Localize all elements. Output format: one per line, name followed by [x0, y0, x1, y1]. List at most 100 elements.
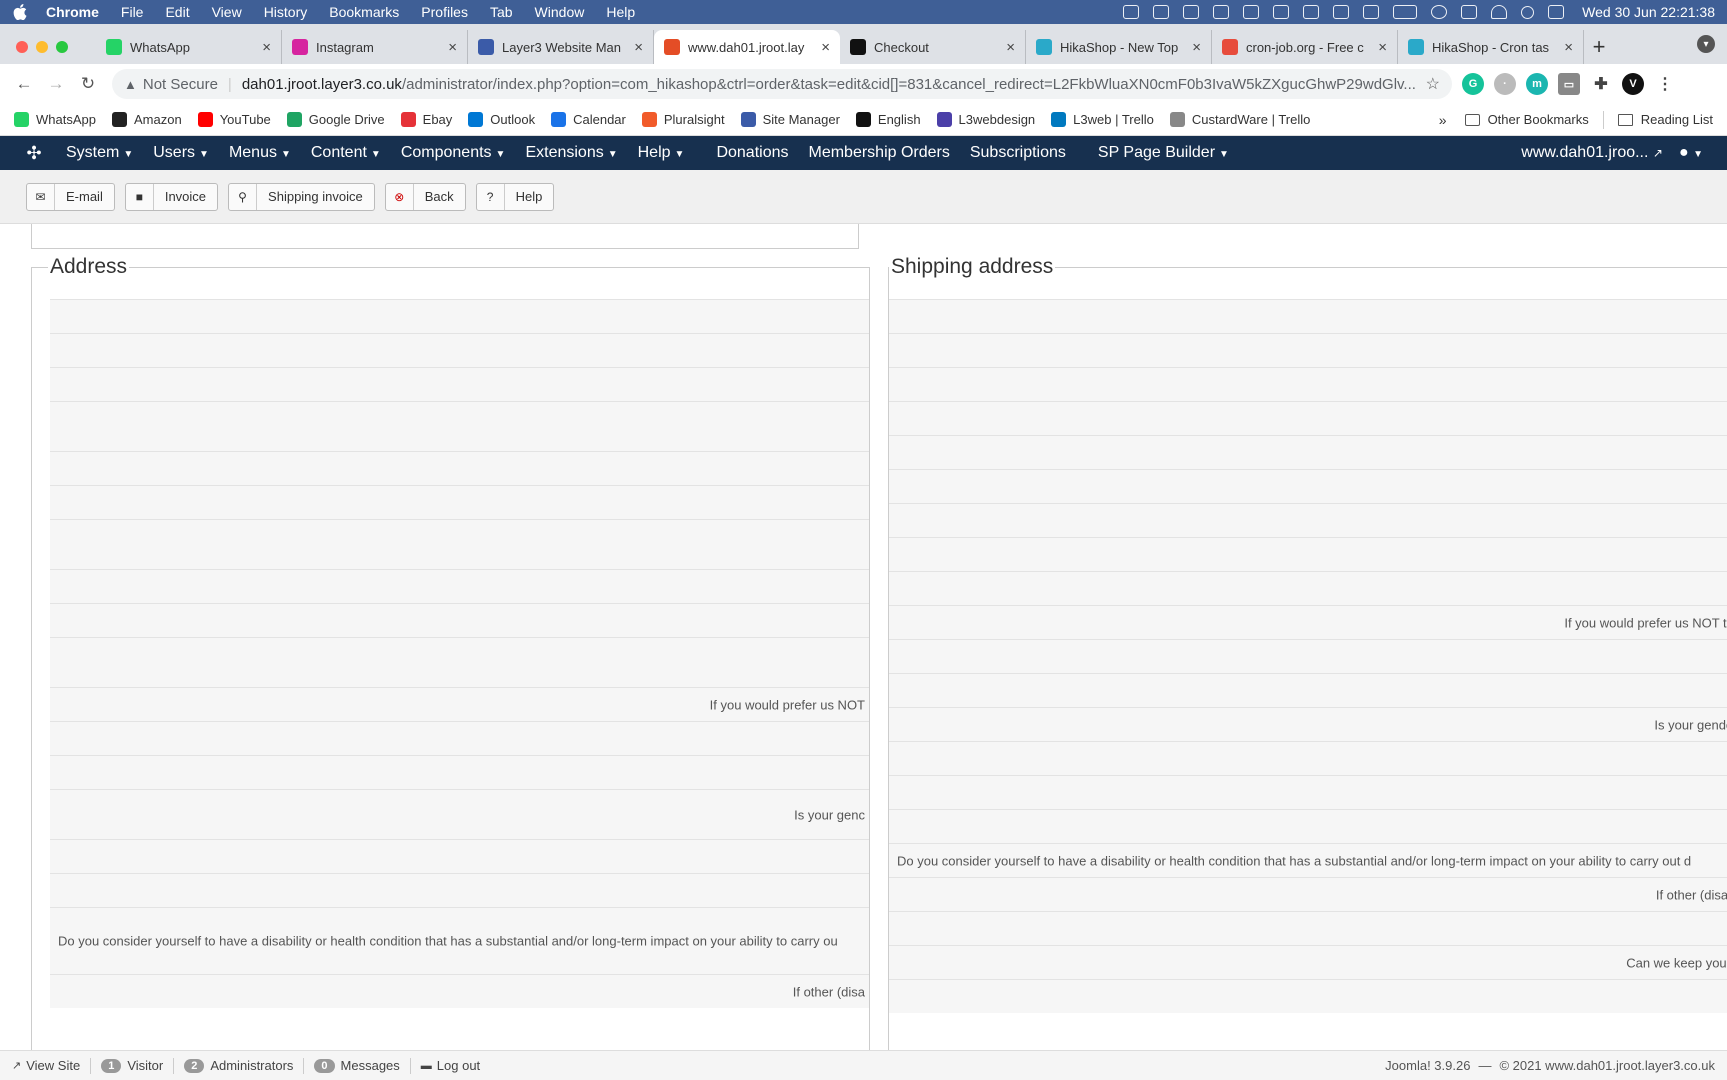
nav-content[interactable]: Content ▼ — [311, 144, 381, 162]
menu-window[interactable]: Window — [535, 4, 585, 20]
bookmark-item[interactable]: Ebay — [400, 112, 452, 127]
minimize-window-button[interactable] — [36, 41, 48, 53]
menu-help[interactable]: Help — [606, 4, 635, 20]
apple-icon[interactable] — [12, 4, 28, 20]
menu-history[interactable]: History — [264, 4, 308, 20]
browser-tab[interactable]: Checkout × — [840, 30, 1026, 64]
clip-icon[interactable] — [1333, 5, 1350, 19]
menu-file[interactable]: File — [121, 4, 144, 20]
creative-cloud-icon[interactable] — [1213, 5, 1230, 19]
nav-extensions[interactable]: Extensions ▼ — [525, 144, 617, 162]
window-extension-icon[interactable]: ▭ — [1558, 73, 1580, 95]
bookmark-item[interactable]: Pluralsight — [641, 112, 725, 127]
invoice-button[interactable]: ■ Invoice — [124, 182, 219, 211]
gear-icon[interactable] — [1303, 5, 1320, 19]
dropbox-icon[interactable] — [1153, 5, 1170, 19]
nav-menus[interactable]: Menus ▼ — [229, 144, 291, 162]
nav-membership-orders[interactable]: Membership Orders — [808, 144, 949, 162]
bookmark-item[interactable]: Amazon — [111, 112, 182, 127]
zoom-icon[interactable] — [1123, 5, 1140, 19]
puzzle-extensions-icon[interactable]: ✚ — [1590, 73, 1612, 95]
close-tab-icon[interactable]: × — [1378, 39, 1387, 56]
bookmark-item[interactable]: CustardWare | Trello — [1169, 112, 1310, 127]
vlc-icon[interactable] — [1273, 5, 1290, 19]
visitors-count[interactable]: 1 Visitor — [101, 1058, 163, 1073]
browser-tab[interactable]: Instagram × — [282, 30, 468, 64]
logout-link[interactable]: ▬ Log out — [421, 1058, 480, 1073]
menu-profiles[interactable]: Profiles — [421, 4, 468, 20]
tab-search-icon[interactable]: ▾ — [1697, 35, 1715, 53]
browser-tab[interactable]: Layer3 Website Man × — [468, 30, 654, 64]
bookmark-item[interactable]: Outlook — [468, 112, 535, 127]
e-mail-button[interactable]: ✉ E-mail — [26, 182, 115, 211]
close-tab-icon[interactable]: × — [1564, 39, 1573, 56]
reading-list-button[interactable]: Reading List — [1641, 112, 1713, 127]
cloud-sync-icon[interactable] — [1243, 5, 1260, 19]
url-path[interactable]: /administrator/index.php?option=com_hika… — [402, 76, 1418, 93]
joomla-logo-icon[interactable]: ✣ — [24, 143, 44, 163]
zoom-window-button[interactable] — [56, 41, 68, 53]
administrators-count[interactable]: 2 Administrators — [184, 1058, 293, 1073]
bookmark-item[interactable]: L3webdesign — [936, 112, 1035, 127]
bookmark-item[interactable]: Site Manager — [740, 112, 840, 127]
nav-sp-page-builder[interactable]: SP Page Builder ▼ — [1098, 144, 1229, 162]
profile-avatar[interactable]: V — [1622, 73, 1644, 95]
security-status[interactable]: Not Secure — [143, 76, 218, 93]
play-icon[interactable] — [1431, 5, 1448, 19]
menu-tab[interactable]: Tab — [490, 4, 513, 20]
close-tab-icon[interactable]: × — [634, 39, 643, 56]
more-bookmarks-button[interactable]: » — [1439, 112, 1447, 128]
user-menu[interactable]: ● ▼ — [1679, 144, 1703, 162]
bookmark-item[interactable]: Google Drive — [286, 112, 385, 127]
browser-tab[interactable]: www.dah01.jroot.lay × — [654, 30, 840, 64]
menu-view[interactable]: View — [212, 4, 242, 20]
browser-tab[interactable]: WhatsApp × — [96, 30, 282, 64]
menu-edit[interactable]: Edit — [165, 4, 189, 20]
close-tab-icon[interactable]: × — [448, 39, 457, 56]
search-icon[interactable] — [1521, 5, 1535, 19]
nav-components[interactable]: Components ▼ — [401, 144, 506, 162]
menu-bookmarks[interactable]: Bookmarks — [329, 4, 399, 20]
bookmark-item[interactable]: Calendar — [551, 112, 626, 127]
bookmark-star-icon[interactable]: ☆ — [1426, 74, 1440, 94]
close-tab-icon[interactable]: × — [1006, 39, 1015, 56]
kebab-menu-icon[interactable]: ⋮ — [1654, 73, 1676, 95]
control-center-icon[interactable] — [1548, 5, 1565, 19]
bookmark-item[interactable]: WhatsApp — [14, 112, 96, 127]
browser-tab[interactable]: HikaShop - Cron tas × — [1398, 30, 1584, 64]
bookmark-item[interactable]: L3web | Trello — [1051, 112, 1154, 127]
bluetooth-icon[interactable] — [1461, 5, 1478, 19]
grammarly-extension-icon[interactable]: G — [1462, 73, 1484, 95]
url-host[interactable]: dah01.jroot.layer3.co.uk — [242, 76, 402, 93]
help-button[interactable]: ? Help — [475, 182, 555, 211]
app-tray-icon[interactable] — [1183, 5, 1200, 19]
close-tab-icon[interactable]: × — [1192, 39, 1201, 56]
extension-icon[interactable]: · — [1494, 73, 1516, 95]
back-button[interactable]: ⊗ Back — [384, 182, 466, 211]
address-bar[interactable]: ▲ Not Secure | dah01.jroot.layer3.co.uk … — [112, 69, 1452, 99]
momentum-extension-icon[interactable]: m — [1526, 73, 1548, 95]
view-site-link[interactable]: ↗ View Site — [12, 1058, 80, 1073]
nav-users[interactable]: Users ▼ — [153, 144, 209, 162]
warning-icon[interactable]: ▲ — [124, 77, 137, 92]
menu-bar-clock[interactable]: Wed 30 Jun 22:21:38 — [1582, 4, 1715, 20]
browser-tab[interactable]: cron-job.org - Free c × — [1212, 30, 1398, 64]
close-window-button[interactable] — [16, 41, 28, 53]
nav-system[interactable]: System ▼ — [66, 144, 133, 162]
battery-icon[interactable] — [1393, 5, 1418, 19]
other-bookmarks-folder[interactable]: Other Bookmarks — [1488, 112, 1589, 127]
browser-tab[interactable]: HikaShop - New Top × — [1026, 30, 1212, 64]
forward-arrow-icon[interactable]: → — [42, 70, 70, 98]
close-tab-icon[interactable]: × — [821, 39, 830, 56]
nav-help[interactable]: Help ▼ — [638, 144, 685, 162]
grid-icon[interactable] — [1363, 5, 1380, 19]
nav-donations[interactable]: Donations — [716, 144, 788, 162]
site-link[interactable]: www.dah01.jroo... ↗ — [1521, 144, 1663, 162]
messages-count[interactable]: 0 Messages — [314, 1058, 400, 1073]
new-tab-button[interactable]: + — [1584, 30, 1614, 64]
back-arrow-icon[interactable]: ← — [10, 70, 38, 98]
reload-icon[interactable]: ↻ — [74, 70, 102, 98]
close-tab-icon[interactable]: × — [262, 39, 271, 56]
wifi-icon[interactable] — [1491, 5, 1508, 19]
bookmark-item[interactable]: YouTube — [197, 112, 271, 127]
